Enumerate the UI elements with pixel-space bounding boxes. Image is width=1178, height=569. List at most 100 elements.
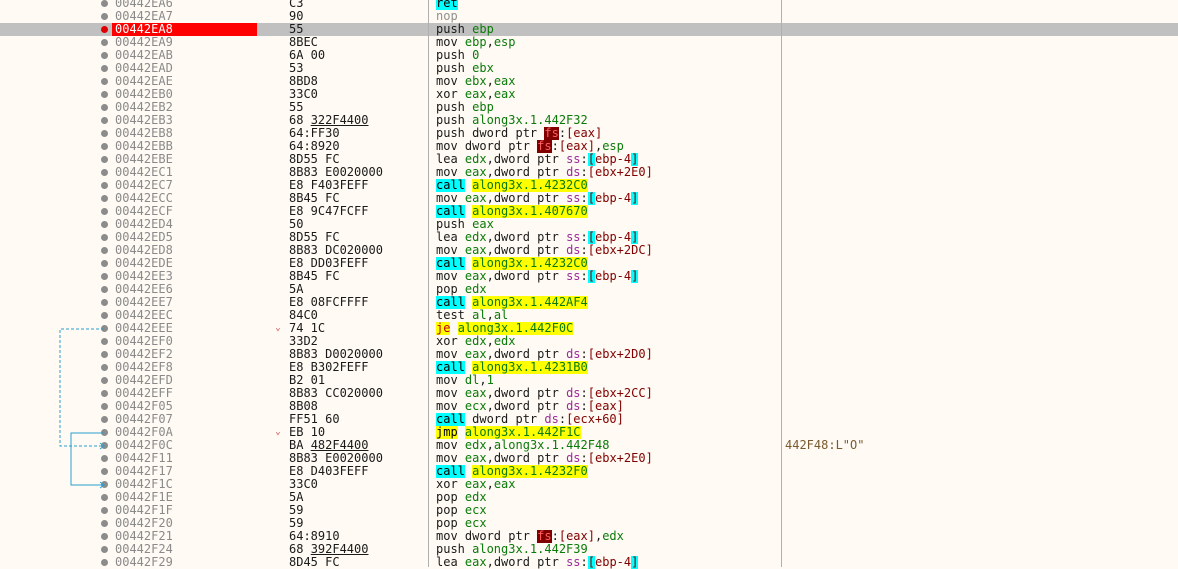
opcode-bytes: 59	[289, 504, 304, 517]
instruction-token: ebp	[472, 23, 494, 36]
instruction-token: eax	[464, 192, 487, 205]
instruction-token: esp	[493, 36, 516, 49]
disasm-row[interactable]: 00442EAB 6A 00 push 0	[0, 49, 1178, 62]
instruction: xor eax,eax	[436, 88, 781, 101]
instruction-token: ss	[566, 153, 581, 166]
instruction-token: call	[436, 413, 465, 426]
instruction-token: :	[558, 127, 567, 140]
disasm-row[interactable]: 00442EA9 8BEC mov ebp,esp	[0, 36, 1178, 49]
opcode-bytes: 8B08	[289, 400, 318, 413]
instruction-token: push	[436, 543, 473, 556]
address: 00442F0C	[115, 439, 173, 452]
disasm-row[interactable]: 00442F11 8B83 E0020000 mov eax,dword ptr d…	[0, 452, 1178, 465]
disasm-row[interactable]: 00442EE6 5A pop edx	[0, 283, 1178, 296]
opcode-bytes: 8B83 CC020000	[289, 387, 383, 400]
instruction: push dword ptr fs:[eax]	[436, 127, 781, 140]
disasm-row[interactable]: 00442EA6 C3 ret	[0, 0, 1178, 10]
address: 00442F1C	[115, 478, 173, 491]
instruction-token: ebx	[472, 62, 494, 75]
instruction-token: ,dword ptr	[486, 244, 567, 257]
instruction-token: fs	[537, 530, 552, 543]
instruction: call along3x.1.4231B0	[436, 361, 781, 374]
instruction: mov ebp,esp	[436, 36, 781, 49]
disasm-row[interactable]: 00442F1E 5A pop edx	[0, 491, 1178, 504]
disasm-row[interactable]: 00442EBE 8D55 FC lea edx,dword ptr ss:[ebp…	[0, 153, 1178, 166]
address: 00442EE6	[115, 283, 173, 296]
instruction-token: eax	[464, 166, 487, 179]
instruction-token: along3x.1.442AF4	[472, 296, 588, 309]
instruction-token: edx	[464, 491, 487, 504]
instruction-token: pop	[436, 517, 465, 530]
instruction-token: eax	[493, 75, 516, 88]
instruction-token: [ebx+2CC]	[587, 387, 653, 400]
disasm-row[interactable]: 00442EA7 90 nop	[0, 10, 1178, 23]
instruction-token: :	[580, 153, 588, 166]
opcode-bytes: 8B83 D0020000	[289, 348, 383, 361]
disasm-row[interactable]: 00442ED4 50 push eax	[0, 218, 1178, 231]
disasm-row[interactable]: 00442EDE E8 DD03FEFF call along3x.1.4232C0	[0, 257, 1178, 270]
disasm-row[interactable]: 00442EE3 8B45 FC mov eax,dword ptr ss:[ebp…	[0, 270, 1178, 283]
disasm-row[interactable]: 00442F1F 59 pop ecx	[0, 504, 1178, 517]
disasm-row[interactable]: 00442EAD 53 push ebx	[0, 62, 1178, 75]
disasm-row[interactable]: 00442EEC 84C0 test al,al	[0, 309, 1178, 322]
opcode-bytes: 64:8920	[289, 140, 340, 153]
disasm-row[interactable]: 00442EF0 33D2 xor edx,edx	[0, 335, 1178, 348]
disasm-row[interactable]: 00442EE7 E8 08FCFFFF call along3x.1.442AF4	[0, 296, 1178, 309]
instruction-token: ,	[486, 88, 494, 101]
instruction-token: test	[436, 309, 473, 322]
instruction-token: ]	[631, 192, 639, 205]
disassembly-view[interactable]: 00442EA6 C3 ret 00442EA7 90 nop 00442EA8 55 push…	[0, 0, 1178, 569]
comment	[785, 413, 1175, 426]
address: 00442ED4	[115, 218, 173, 231]
disasm-row[interactable]: 00442F21 64:8910 mov dword ptr fs:[eax],ed…	[0, 530, 1178, 543]
disasm-row[interactable]: 00442ED8 8B83 DC020000 mov eax,dword ptr d…	[0, 244, 1178, 257]
instruction-token: mov	[436, 387, 465, 400]
instruction-token: ,	[486, 75, 494, 88]
disasm-row[interactable]: 00442F0C BA 482F4400 mov edx,along3x.1.442…	[0, 439, 1178, 452]
instruction-token: ebp-4	[595, 192, 632, 205]
disasm-row[interactable]: 00442F20 59 pop ecx	[0, 517, 1178, 530]
opcode-bytes: 84C0	[289, 309, 318, 322]
opcode-bytes: 68 392F4400	[289, 543, 369, 556]
disasm-row[interactable]: 00442EF8 E8 B302FEFF call along3x.1.4231B0	[0, 361, 1178, 374]
disasm-row[interactable]: 00442EEE ⌄ 74 1C je along3x.1.442F0C	[0, 322, 1178, 335]
disasm-row[interactable]: 00442F1C 33C0 xor eax,eax	[0, 478, 1178, 491]
disasm-row[interactable]: 00442EB3 68 322F4400 push along3x.1.442F32	[0, 114, 1178, 127]
disasm-row[interactable]: 00442ECC 8B45 FC mov eax,dword ptr ss:[ebp…	[0, 192, 1178, 205]
instruction: mov dword ptr fs:[eax],edx	[436, 530, 781, 543]
disasm-row[interactable]: 00442F07 FF51 60 call dword ptr ds:[ecx+60…	[0, 413, 1178, 426]
comment	[785, 166, 1175, 179]
disasm-row[interactable]: 00442EBB 64:8920 mov dword ptr fs:[eax],es…	[0, 140, 1178, 153]
address: 00442EEE	[115, 322, 173, 335]
comment	[785, 10, 1175, 23]
instruction: lea edx,dword ptr ss:[ebp-4]	[436, 231, 781, 244]
disasm-row[interactable]: 00442ED5 8D55 FC lea edx,dword ptr ss:[ebp…	[0, 231, 1178, 244]
disasm-row[interactable]: 00442EB8 64:FF30 push dword ptr fs:[eax]	[0, 127, 1178, 140]
disasm-row[interactable]: 00442EA8 55 push ebp	[0, 23, 1178, 36]
disasm-row[interactable]: 00442EC7 E8 F403FEFF call along3x.1.4232C0	[0, 179, 1178, 192]
disasm-row[interactable]: 00442ECF E8 9C47FCFF call along3x.1.407670	[0, 205, 1178, 218]
instruction-token: ]	[631, 153, 639, 166]
disasm-row[interactable]: 00442EC1 8B83 E0020000 mov eax,dword ptr d…	[0, 166, 1178, 179]
disasm-row[interactable]: 00442EAE 8BD8 mov ebx,eax	[0, 75, 1178, 88]
comment	[785, 517, 1175, 530]
instruction-token: ,dword ptr	[486, 153, 567, 166]
instruction-token: eax	[464, 244, 487, 257]
disasm-row[interactable]: 00442F0A ⌄ EB 10 jmp along3x.1.442F1C	[0, 426, 1178, 439]
disasm-row[interactable]: 00442F29 8D45 FC lea eax,dword ptr ss:[ebp…	[0, 556, 1178, 569]
disasm-row[interactable]: 00442F17 E8 D403FEFF call along3x.1.4232F0	[0, 465, 1178, 478]
instruction: mov eax,dword ptr ds:[ebx+2DC]	[436, 244, 781, 257]
comment	[785, 426, 1175, 439]
disasm-row[interactable]: 00442EB0 33C0 xor eax,eax	[0, 88, 1178, 101]
instruction: pop edx	[436, 283, 781, 296]
disasm-row[interactable]: 00442F05 8B08 mov ecx,dword ptr ds:[eax]	[0, 400, 1178, 413]
disasm-row[interactable]: 00442EFD B2 01 mov dl,1	[0, 374, 1178, 387]
instruction-token: ecx	[464, 400, 487, 413]
instruction: test al,al	[436, 309, 781, 322]
instruction-token: ss	[566, 231, 581, 244]
disasm-row[interactable]: 00442EB2 55 push ebp	[0, 101, 1178, 114]
disasm-row[interactable]: 00442EF2 8B83 D0020000 mov eax,dword ptr d…	[0, 348, 1178, 361]
disasm-row[interactable]: 00442EFF 8B83 CC020000 mov eax,dword ptr d…	[0, 387, 1178, 400]
disasm-row[interactable]: 00442F24 68 392F4400 push along3x.1.442F39	[0, 543, 1178, 556]
address: 00442F29	[115, 556, 173, 569]
